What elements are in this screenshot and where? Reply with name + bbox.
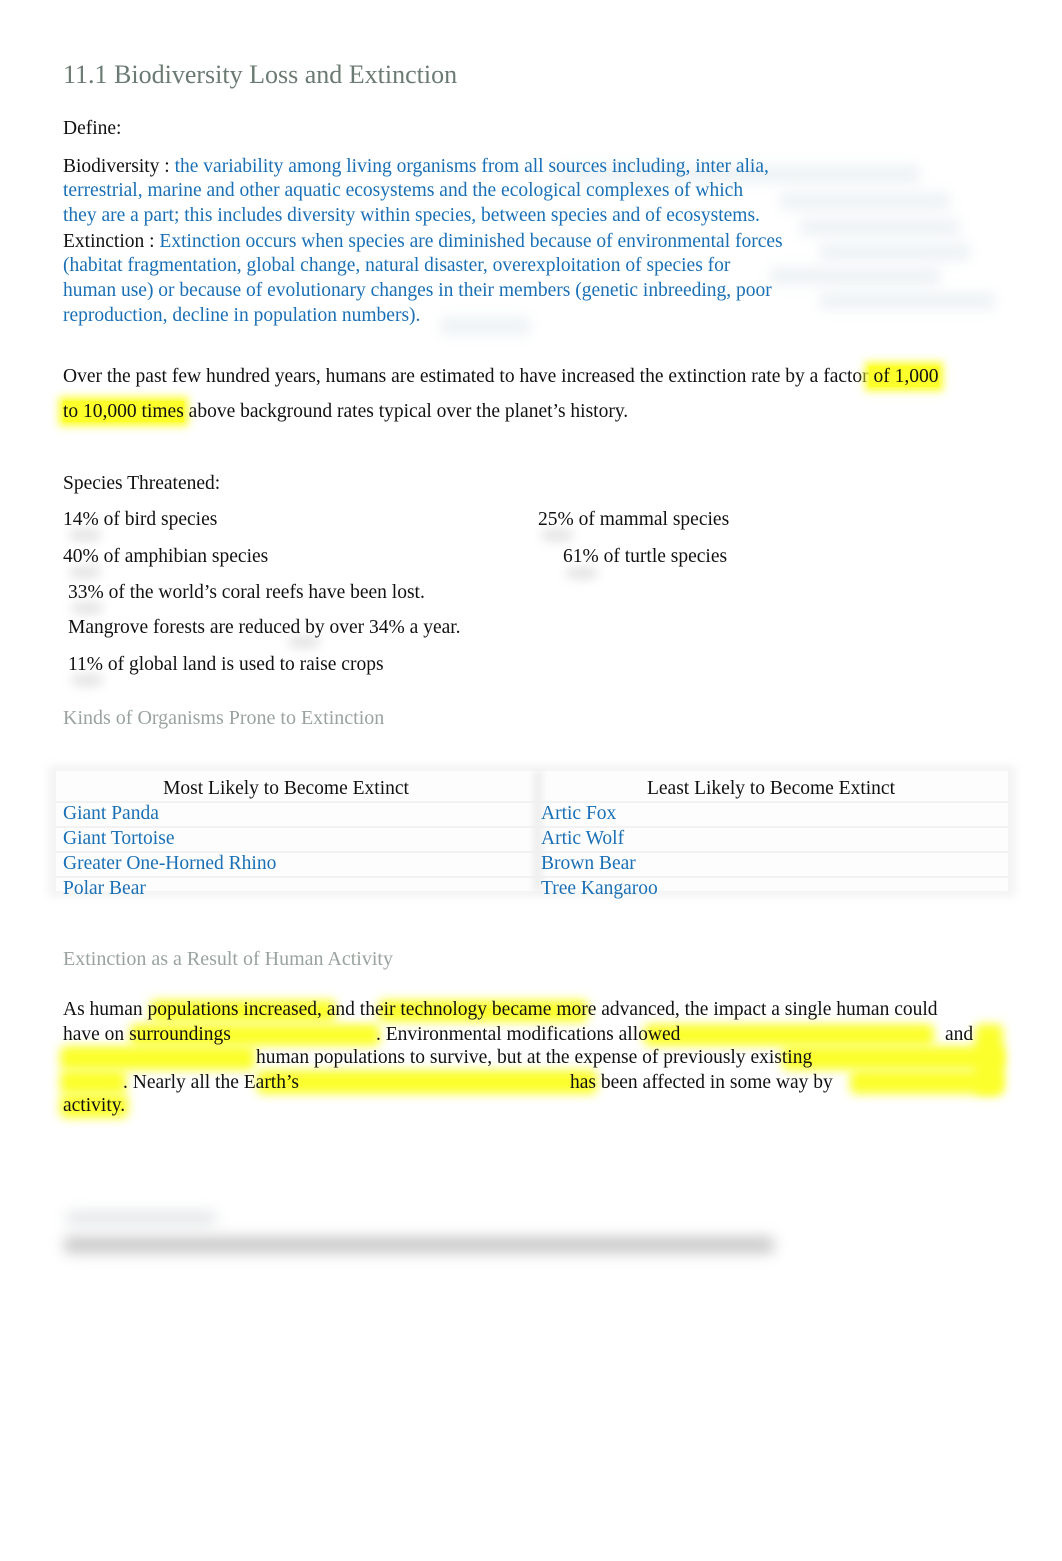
species-threatened-heading: Species Threatened: — [63, 473, 221, 494]
highlighted-text: Earth’s — [243, 1072, 299, 1093]
highlight-blob — [782, 1046, 1004, 1070]
fact-item: 11% of global land is used to raise crop… — [68, 654, 384, 675]
text-run: activity. — [63, 1095, 126, 1116]
extinction-likelihood-table: Most Likely to Become Extinct Giant Pand… — [48, 765, 1016, 899]
text-run: . Environmental modifications — [376, 1024, 619, 1045]
highlighted-text: allowed — [618, 1024, 681, 1045]
table-cell: Artic Fox — [541, 803, 617, 824]
highlighted-text: their technology became — [359, 999, 552, 1020]
table-cell: Brown Bear — [541, 853, 636, 874]
text-run: . Nearly all the — [123, 1072, 244, 1093]
obscured-heading — [66, 1212, 216, 1224]
table-cell: Artic Wolf — [541, 828, 625, 849]
text-run: As human — [63, 999, 148, 1020]
highlight-blob — [644, 1024, 934, 1046]
definition-line: they are a part; this includes diversity… — [63, 205, 760, 226]
definition-line: (habitat fragmentation, global change, n… — [63, 255, 731, 276]
definition-line: human use) or because of evolutionary ch… — [63, 280, 772, 301]
text-run: has been affected in some way by — [570, 1072, 833, 1093]
highlighted-text: populations increased — [147, 999, 318, 1020]
fact-item: 33% of the world’s coral reefs have been… — [68, 582, 425, 603]
definition-line: terrestrial, marine and other aquatic ec… — [63, 180, 744, 201]
definition-line: the variability among living organisms f… — [174, 156, 769, 177]
text-run: and — [945, 1024, 974, 1045]
highlight-blob — [850, 1070, 1002, 1094]
table-header: Least Likely to Become Extinct — [646, 778, 895, 799]
text-run: populations to survive, but at the expen… — [309, 1047, 751, 1068]
text-run: have on — [63, 1024, 130, 1045]
stat-item: 14% of bird species — [63, 509, 218, 530]
highlighted-text: of 1,000 — [868, 366, 939, 387]
define-label: Define: — [63, 118, 122, 139]
stat-item: 40% of amphibian species — [63, 546, 269, 567]
text-run: Over the past few hundred years, humans … — [63, 366, 869, 387]
column-most-likely: Most Likely to Become Extinct Giant Pand… — [56, 771, 516, 901]
blur-artifact — [565, 566, 599, 580]
term-extinction: Extinction : — [63, 231, 155, 252]
blur-artifact — [770, 267, 940, 285]
stat-item: 25% of mammal species — [538, 509, 730, 530]
highlighted-text: surroundings — [129, 1024, 231, 1045]
section-heading-prone: Kinds of Organisms Prone to Extinction — [63, 707, 385, 729]
section-heading-human-activity: Extinction as a Result of Human Activity — [63, 948, 393, 970]
highlighted-text: human — [256, 1047, 310, 1068]
table-body: Most Likely to Become Extinct Giant Pand… — [56, 771, 1008, 899]
table-cell: Polar Bear — [63, 878, 146, 899]
stat-item: 61% of turtle species — [563, 546, 728, 567]
table-cell: Tree Kangaroo — [541, 878, 658, 899]
blur-artifact — [820, 292, 995, 310]
table-cell: Giant Tortoise — [63, 828, 175, 849]
table-header: Most Likely to Become Extinct — [163, 778, 409, 799]
highlight-blob — [257, 1070, 597, 1094]
fact-item: Mangrove forests are reduced by over 34%… — [68, 617, 461, 638]
table-cell: Greater One-Horned Rhino — [63, 853, 277, 874]
table-cell: Giant Panda — [63, 803, 159, 824]
obscured-text — [64, 1237, 774, 1253]
blur-artifact — [440, 317, 530, 335]
term-biodiversity: Biodiversity : — [63, 156, 170, 177]
highlighted-text: to 10,000 times — [63, 401, 184, 422]
blur-artifact — [820, 243, 970, 261]
text-run: more advanced, the impact a single human… — [551, 999, 938, 1020]
highlight-blob — [60, 1070, 126, 1094]
definition-line: reproduction, decline in population numb… — [63, 305, 421, 326]
highlight-blob — [60, 1046, 255, 1070]
definition-line: Extinction occurs when species are dimin… — [159, 231, 783, 252]
blur-artifact — [800, 218, 960, 236]
blur-artifact — [780, 192, 950, 210]
text-run: , and — [317, 999, 360, 1020]
column-least-likely: Least Likely to Become Extinct Artic Fox… — [541, 771, 1001, 901]
text-run: above background rates typical over the … — [183, 401, 629, 422]
page-title: 11.1 Biodiversity Loss and Extinction — [63, 60, 458, 89]
highlighted-text: existing — [750, 1047, 813, 1068]
